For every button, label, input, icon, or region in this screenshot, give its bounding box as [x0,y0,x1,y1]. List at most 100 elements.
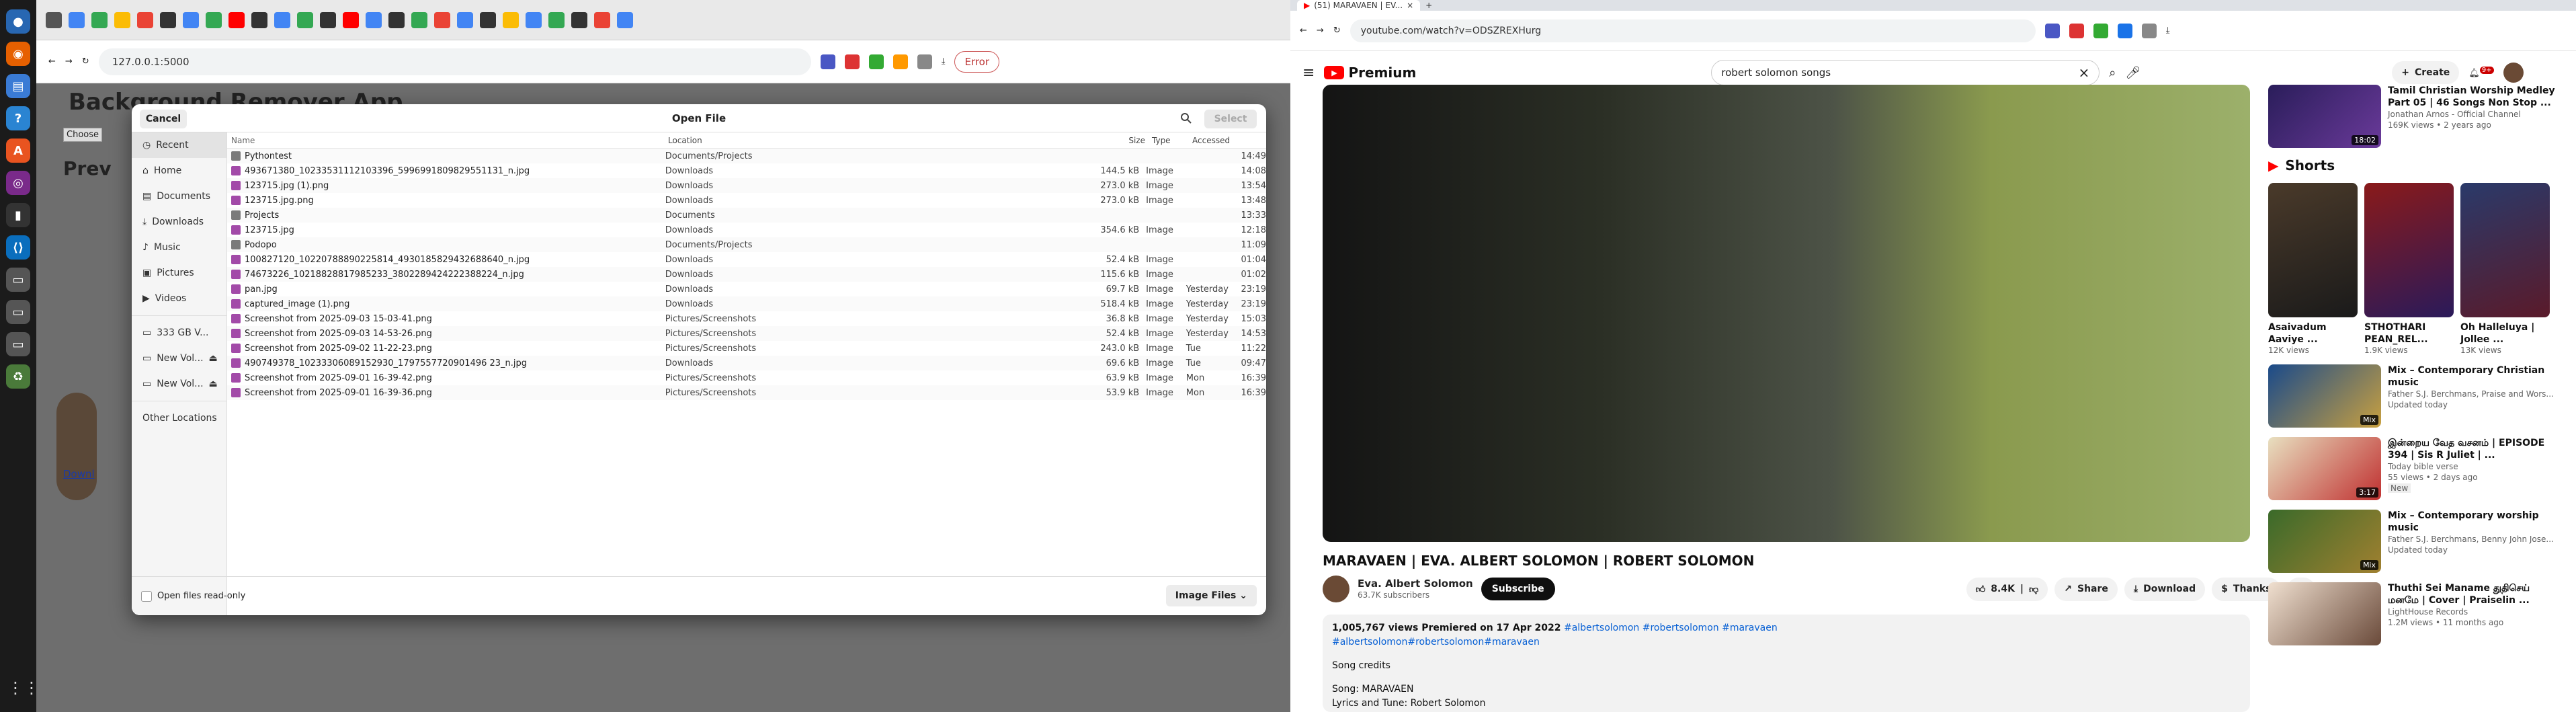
sidebar-item-pictures[interactable]: ▣ Pictures [132,260,226,286]
short-item[interactable]: STHOTHARI PEAN_REL... 1.9K views [2364,183,2454,355]
drive-icon[interactable]: ▭ [6,300,30,324]
extension-icon[interactable] [868,54,884,69]
file-row[interactable]: pan.jpg Downloads 69.7 kB Image Yesterday 23:… [227,282,1266,296]
help-icon[interactable]: ? [6,106,30,130]
tab-icon[interactable] [434,11,450,28]
reload-icon[interactable]: ↻ [82,56,89,67]
url-bar[interactable]: 127.0.0.1:5000 [98,48,811,75]
sidebar-item-downloads[interactable]: ⤓ Downloads [132,209,226,235]
tab-icon[interactable] [274,11,290,28]
github-tab-icon[interactable] [160,11,176,28]
close-icon[interactable]: × [1407,1,1413,10]
sidebar-item-other-locations[interactable]: Other Locations [132,405,226,431]
share-button[interactable]: ↗ Share [2054,577,2118,601]
error-button[interactable]: Error [954,50,1000,73]
tab-icon[interactable] [526,11,542,28]
hashtags[interactable]: #albertsolomon#robertsolomon#maravaen [1332,635,2241,649]
tab-icon[interactable] [617,11,633,28]
file-row[interactable]: 490749378_10233306089152930_179755772090… [227,356,1266,370]
file-row[interactable]: Podopo Documents/Projects 11:09 [227,237,1266,252]
avatar[interactable] [2503,63,2524,83]
file-row[interactable]: Screenshot from 2025-09-03 15-03-41.png P… [227,311,1266,326]
github-tab-icon[interactable] [480,11,496,28]
select-button[interactable]: Select [1204,110,1257,128]
app-icon[interactable]: ● [6,9,30,34]
chrome-icon[interactable]: ◎ [6,171,30,195]
drive-icon[interactable]: ▭ [6,332,30,356]
tab-icon[interactable] [594,11,610,28]
tab-icon[interactable] [503,11,519,28]
extension-icon[interactable] [820,54,835,69]
channel-name[interactable]: Eva. Albert Solomon [1358,578,1473,590]
sidebar-item-music[interactable]: ♪ Music [132,235,226,260]
extension-icon[interactable] [892,54,908,69]
download-icon[interactable]: ⤓ [2166,26,2170,36]
file-row[interactable]: Screenshot from 2025-09-03 14-53-26.png P… [227,326,1266,341]
software-icon[interactable]: A [6,139,30,163]
sidebar-item-home[interactable]: ⌂ Home [132,158,226,184]
file-row[interactable]: Pythontest Documents/Projects 14:49 [227,149,1266,163]
download-icon[interactable]: ⤓ [942,56,946,67]
file-row[interactable]: Projects Documents 13:33 [227,208,1266,223]
tab-icon[interactable] [206,11,222,28]
video-description[interactable]: 1,005,767 views Premiered on 17 Apr 2022… [1323,615,2250,712]
column-location[interactable]: Location [668,136,1098,145]
tab-icon[interactable] [548,11,565,28]
file-row[interactable]: 123715.jpg Downloads 354.6 kB Image 12:18 [227,223,1266,237]
column-type[interactable]: Type [1152,136,1192,145]
github-tab-icon[interactable] [571,11,587,28]
sidebar-item-documents[interactable]: ▤ Documents [132,184,226,209]
drive-icon[interactable]: ▭ [6,268,30,292]
sidebar-item-volume[interactable]: ▭ 333 GB V... [132,320,226,346]
extension-icon[interactable] [2069,23,2084,38]
eject-icon[interactable]: ⏏ [209,353,218,364]
video-player[interactable] [1323,85,2250,542]
eject-icon[interactable]: ⏏ [209,379,218,389]
extension-icon[interactable] [2093,23,2108,38]
app-grid-icon[interactable]: ⋮⋮ [7,678,40,700]
column-name[interactable]: Name [231,136,668,145]
file-row[interactable]: 100827120_10220788890225814_493018582943… [227,252,1266,267]
file-row[interactable]: 74673226_10218828817985233_3802289424222… [227,267,1266,282]
tab-youtube[interactable]: ▶ (51) MARAVAEN | EV... × [1297,0,1421,11]
choose-file-button[interactable]: Choose [63,128,102,142]
github-tab-icon[interactable] [388,11,405,28]
suggestion-item[interactable]: Mix Mix – Contemporary worship music Fathe… [2268,510,2557,573]
files-icon[interactable]: ▤ [6,74,30,98]
forward-icon[interactable]: → [65,56,73,67]
tab-icon[interactable] [69,11,85,28]
hashtags[interactable]: #albertsolomon #robertsolomon #maravaen [1564,623,1778,633]
suggestion-item[interactable]: 18:02 Tamil Christian Worship Medley Par… [2268,85,2557,148]
file-filter-dropdown[interactable]: Image Files ⌄ [1165,585,1257,606]
trash-icon[interactable]: ♻ [6,364,30,389]
short-item[interactable]: Oh Halleluya | Jollee ... 13K views [2460,183,2550,355]
download-button[interactable]: ⤓ Download [2124,577,2206,601]
tab-icon[interactable] [297,11,313,28]
suggestion-item[interactable]: 3:17 இன்றைய வேத வசனம் | EPISODE 394 | Sis… [2268,437,2557,500]
extension-icon[interactable] [2044,23,2060,38]
extension-icon[interactable] [844,54,860,69]
back-icon[interactable]: ← [48,56,56,67]
reload-icon[interactable]: ↻ [1333,26,1341,36]
tab-icon[interactable] [46,11,62,28]
thumbs-down-icon[interactable]: 👎︎ [2029,584,2038,595]
suggestion-item[interactable]: Mix Mix – Contemporary Christian music Fat… [2268,364,2557,428]
file-row[interactable]: Screenshot from 2025-09-02 11-22-23.png P… [227,341,1266,356]
create-button[interactable]: + Create [2392,61,2460,84]
file-row[interactable]: Screenshot from 2025-09-01 16-39-36.png P… [227,385,1266,400]
youtube-tab-icon[interactable] [343,11,359,28]
file-row[interactable]: 123715.jpg.png Downloads 273.0 kB Image 13:4… [227,193,1266,208]
vscode-icon[interactable]: ⟨⟩ [6,235,30,260]
read-only-checkbox[interactable] [141,590,152,602]
file-row[interactable]: 123715.jpg (1).png Downloads 273.0 kB Image… [227,178,1266,193]
suggestion-item[interactable]: Thuthi Sei Maname துதிசெய் மனமே | Cover … [2268,582,2557,645]
subscribe-button[interactable]: Subscribe [1481,578,1555,600]
sidebar-item-volume[interactable]: ▭ New Vol... ⏏ [132,346,226,371]
extensions-puzzle-icon[interactable] [2141,23,2157,38]
youtube-logo[interactable]: ▶ Premium [1324,65,1416,81]
short-item[interactable]: Asaivadum Aaviye ... 12K views [2268,183,2358,355]
tab-icon[interactable] [137,11,153,28]
tab-icon[interactable] [457,11,473,28]
channel-avatar[interactable] [1323,576,1349,602]
extensions-puzzle-icon[interactable] [917,54,932,69]
